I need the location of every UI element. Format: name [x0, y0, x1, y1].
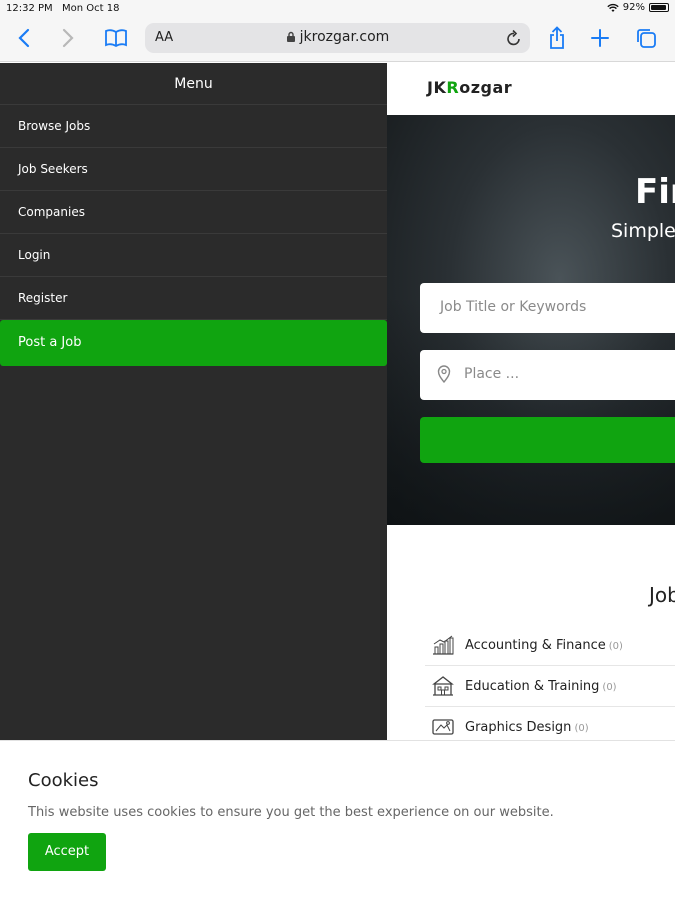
logo-prefix: JK	[427, 78, 447, 97]
menu-item-login[interactable]: Login	[0, 234, 387, 277]
design-icon	[432, 719, 454, 735]
job-categories-section: Job Accounting & Finance (0) Education & …	[387, 525, 675, 740]
category-name: Education & Training	[465, 679, 600, 694]
side-menu: Menu Browse Jobs Job Seekers Companies L…	[0, 63, 387, 740]
category-label: Accounting & Finance (0)	[465, 638, 623, 653]
chart-icon	[433, 635, 454, 655]
keyword-placeholder: Job Title or Keywords	[440, 299, 587, 315]
status-time: 12:32 PM	[6, 3, 53, 14]
back-icon[interactable]	[10, 24, 38, 52]
cookie-message: This website uses cookies to ensure you …	[28, 805, 554, 820]
menu-item-companies[interactable]: Companies	[0, 191, 387, 234]
reload-icon[interactable]	[506, 29, 522, 51]
category-name: Accounting & Finance	[465, 638, 606, 653]
status-date: Mon Oct 18	[62, 3, 120, 14]
category-label: Graphics Design (0)	[465, 720, 589, 735]
menu-item-post-a-job[interactable]: Post a Job	[0, 320, 387, 366]
menu-item-browse-jobs[interactable]: Browse Jobs	[0, 105, 387, 148]
place-input[interactable]: Place ...	[420, 350, 675, 400]
menu-title: Menu	[0, 63, 387, 105]
place-placeholder: Place ...	[464, 366, 520, 382]
battery-icon	[649, 3, 669, 12]
category-count: (0)	[608, 641, 623, 652]
tabs-overview-icon[interactable]	[632, 24, 660, 52]
cookie-banner: Cookies This website uses cookies to ens…	[0, 740, 675, 900]
hero-banner: Fin Simple Job Title or Keywords Place .…	[387, 115, 675, 525]
forward-icon[interactable]	[54, 24, 82, 52]
battery-percent: 92%	[622, 2, 645, 13]
cookie-title: Cookies	[28, 770, 99, 791]
status-indicators: 92%	[607, 2, 669, 13]
hero-title: Fin	[635, 172, 675, 212]
site-logo[interactable]: JKRozgar	[427, 78, 512, 97]
url-label: jkrozgar.com	[299, 29, 390, 45]
menu-item-job-seekers[interactable]: Job Seekers	[0, 148, 387, 191]
bookmarks-icon[interactable]	[102, 24, 130, 52]
keyword-input[interactable]: Job Title or Keywords	[420, 283, 675, 333]
status-bar: 12:32 PM Mon Oct 18 92%	[0, 0, 675, 18]
menu-item-register[interactable]: Register	[0, 277, 387, 320]
lock-icon	[286, 31, 295, 42]
wifi-icon	[607, 3, 619, 12]
category-row[interactable]: Accounting & Finance (0)	[425, 625, 675, 666]
logo-letter: R	[446, 78, 460, 97]
search-button[interactable]	[420, 417, 675, 463]
category-count: (0)	[602, 682, 617, 693]
category-label: Education & Training (0)	[465, 679, 617, 694]
location-pin-icon	[437, 365, 451, 384]
url-text: jkrozgar.com	[145, 29, 530, 45]
category-count: (0)	[574, 723, 589, 734]
logo-suffix: zgar	[470, 78, 513, 97]
share-icon[interactable]	[543, 24, 571, 52]
new-tab-icon[interactable]	[586, 24, 614, 52]
category-name: Graphics Design	[465, 720, 572, 735]
logo-accent: o	[459, 78, 471, 97]
site-header: JKRozgar	[387, 63, 675, 115]
accept-cookies-button[interactable]: Accept	[28, 833, 106, 871]
browser-toolbar: AA jkrozgar.com	[0, 18, 675, 62]
section-title: Job	[649, 583, 675, 607]
hero-subtitle: Simple	[611, 220, 675, 242]
category-row[interactable]: Education & Training (0)	[425, 666, 675, 707]
address-bar[interactable]: AA jkrozgar.com	[145, 23, 530, 53]
school-icon	[432, 676, 454, 696]
